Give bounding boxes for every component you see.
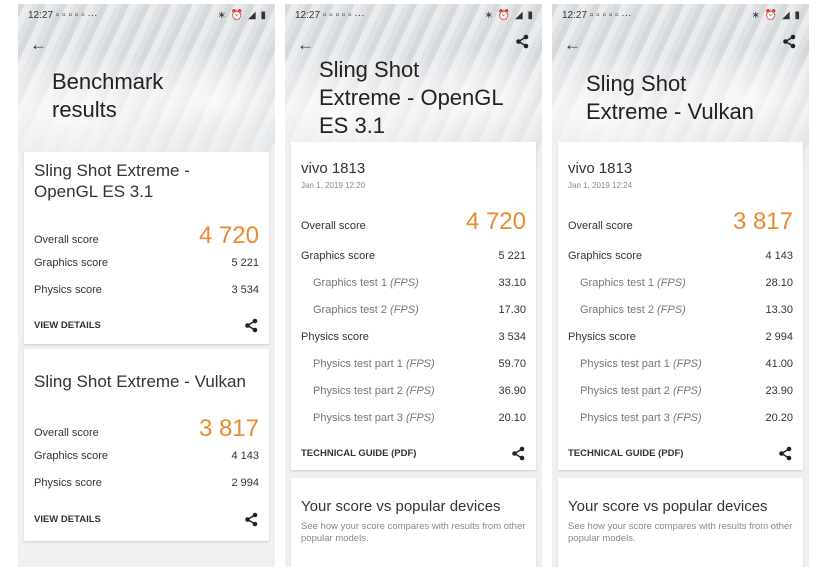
status-icons: ∗ ⏰ ◢ ▮	[751, 10, 801, 21]
overall-score: 3 817	[198, 415, 259, 442]
result-card-opengl[interactable]: Sling Shot Extreme - OpenGL ES 3.1 Overa…	[24, 152, 269, 344]
popular-devices-text: See how your score compares with results…	[301, 521, 526, 544]
graphics-test-2-row: Graphics test 2 (FPS) 17.30	[313, 304, 526, 316]
graphics-score-row: Graphics score 4 143	[568, 250, 793, 262]
view-details-link[interactable]: VIEW DETAILS	[34, 514, 101, 525]
overall-score-row: Overall score 4 720	[301, 208, 526, 235]
share-icon[interactable]	[782, 34, 797, 49]
screen-vulkan-details: 12:27 ▫ ▫ ▫ ▫ ▫ ··· ∗ ⏰ ◢ ▮ ← Sling Shot…	[552, 4, 809, 567]
clock: 12:27	[295, 10, 321, 21]
back-arrow-icon[interactable]: ←	[564, 35, 581, 55]
result-detail-card: vivo 1813 Jan 1, 2019 12:20 Overall scor…	[291, 142, 536, 470]
screen-opengl-details: 12:27 ▫ ▫ ▫ ▫ ▫ ··· ∗ ⏰ ◢ ▮ ← Sling Shot…	[285, 4, 542, 567]
status-bar: 12:27 ▫ ▫ ▫ ▫ ▫ ··· ∗ ⏰ ◢ ▮	[295, 10, 534, 21]
back-arrow-icon[interactable]: ←	[297, 35, 314, 55]
overall-score-row: Overall score 3 817	[34, 415, 259, 442]
physics-test-2-row: Physics test part 2 (FPS) 36.90	[313, 385, 526, 397]
device-name: vivo 1813	[301, 160, 366, 177]
card-title: Sling Shot Extreme - Vulkan	[34, 372, 246, 391]
physics-test-3-row: Physics test part 3 (FPS) 20.10	[313, 412, 526, 424]
graphics-test-1-row: Graphics test 1 (FPS) 33.10	[313, 277, 526, 289]
physics-test-1-row: Physics test part 1 (FPS) 41.00	[580, 358, 793, 370]
back-arrow-icon[interactable]: ←	[30, 35, 47, 55]
physics-score-row: Physics score 2 994	[568, 331, 793, 343]
result-card-vulkan[interactable]: Sling Shot Extreme - Vulkan Overall scor…	[24, 349, 269, 541]
screen-benchmark-results: 12:27 ▫ ▫ ▫ ▫ ▫ ··· ∗ ⏰ ◢ ▮ ← Benchmark …	[18, 4, 275, 567]
status-bar: 12:27 ▫ ▫ ▫ ▫ ▫ ··· ∗ ⏰ ◢ ▮	[562, 10, 801, 21]
card-footer: VIEW DETAILS	[34, 318, 259, 333]
graphics-score-row: Graphics score 4 143	[34, 450, 259, 462]
overall-score: 4 720	[198, 222, 259, 249]
overall-score: 3 817	[732, 208, 793, 235]
share-icon[interactable]	[778, 446, 793, 461]
technical-guide-link[interactable]: TECHNICAL GUIDE (PDF)	[301, 448, 416, 459]
clock: 12:27	[28, 10, 54, 21]
graphics-score-row: Graphics score 5 221	[301, 250, 526, 262]
share-icon[interactable]	[244, 318, 259, 333]
share-icon[interactable]	[244, 512, 259, 527]
card-footer: TECHNICAL GUIDE (PDF)	[301, 446, 526, 461]
status-icons: ∗ ⏰ ◢ ▮	[484, 10, 534, 21]
overall-score-row: Overall score 4 720	[34, 222, 259, 249]
device-info: vivo 1813 Jan 1, 2019 12:24	[568, 160, 632, 190]
share-icon[interactable]	[515, 34, 530, 49]
page-title: Sling Shot Extreme - Vulkan	[586, 71, 754, 124]
technical-guide-link[interactable]: TECHNICAL GUIDE (PDF)	[568, 448, 683, 459]
popular-devices-card[interactable]: Your score vs popular devices See how yo…	[558, 478, 803, 567]
graphics-test-1-row: Graphics test 1 (FPS) 28.10	[580, 277, 793, 289]
graphics-score-row: Graphics score 5 221	[34, 257, 259, 269]
result-date: Jan 1, 2019 12:24	[568, 181, 633, 190]
popular-devices-title: Your score vs popular devices	[301, 498, 501, 515]
card-title: Sling Shot Extreme - OpenGL ES 3.1	[34, 161, 190, 201]
result-detail-card: vivo 1813 Jan 1, 2019 12:24 Overall scor…	[558, 142, 803, 470]
status-bar: 12:27 ▫ ▫ ▫ ▫ ▫ ··· ∗ ⏰ ◢ ▮	[28, 10, 267, 21]
graphics-test-2-row: Graphics test 2 (FPS) 13.30	[580, 304, 793, 316]
card-footer: TECHNICAL GUIDE (PDF)	[568, 446, 793, 461]
popular-devices-title: Your score vs popular devices	[568, 498, 768, 515]
physics-test-2-row: Physics test part 2 (FPS) 23.90	[580, 385, 793, 397]
notification-icons: ▫ ▫ ▫ ▫ ▫ ···	[55, 10, 98, 21]
page-title: Benchmark results	[52, 69, 164, 122]
physics-test-3-row: Physics test part 3 (FPS) 20.20	[580, 412, 793, 424]
card-footer: VIEW DETAILS	[34, 512, 259, 527]
popular-devices-card[interactable]: Your score vs popular devices See how yo…	[291, 478, 536, 567]
share-icon[interactable]	[511, 446, 526, 461]
overall-score: 4 720	[465, 208, 526, 235]
physics-score-row: Physics score 2 994	[34, 477, 259, 489]
page-title: Sling Shot Extreme - OpenGL ES 3.1	[319, 57, 504, 138]
result-date: Jan 1, 2019 12:20	[301, 181, 366, 190]
overall-score-row: Overall score 3 817	[568, 208, 793, 235]
physics-test-1-row: Physics test part 1 (FPS) 59.70	[313, 358, 526, 370]
popular-devices-text: See how your score compares with results…	[568, 521, 793, 544]
clock: 12:27	[562, 10, 588, 21]
notification-icons: ▫ ▫ ▫ ▫ ▫ ···	[322, 10, 365, 21]
physics-score-row: Physics score 3 534	[34, 284, 259, 296]
physics-score-row: Physics score 3 534	[301, 331, 526, 343]
notification-icons: ▫ ▫ ▫ ▫ ▫ ···	[589, 10, 632, 21]
device-info: vivo 1813 Jan 1, 2019 12:20	[301, 160, 365, 190]
view-details-link[interactable]: VIEW DETAILS	[34, 320, 101, 331]
device-name: vivo 1813	[568, 160, 633, 177]
status-icons: ∗ ⏰ ◢ ▮	[217, 10, 267, 21]
